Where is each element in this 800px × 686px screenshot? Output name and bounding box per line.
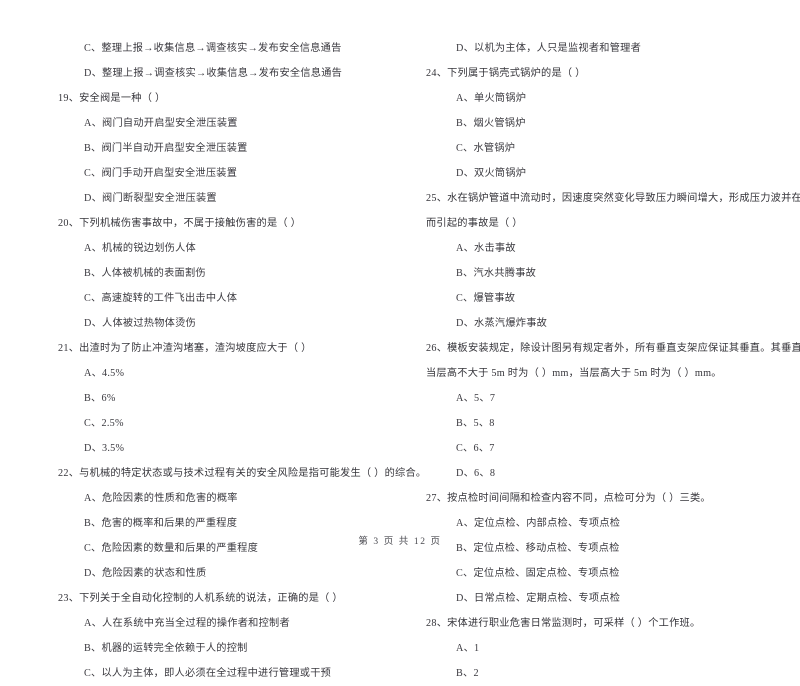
- question-stem-continuation: 而引起的事故是（ ）: [426, 218, 523, 229]
- question-stem: 28、宋体进行职业危害日常监测时，可采样（ ）个工作班。: [426, 618, 701, 629]
- question-26: 26、模板安装规定，除设计图另有规定者外，所有垂直支架应保证其垂直。其垂直允许偏…: [426, 336, 800, 486]
- option-item: A、危险因素的性质和危害的概率: [84, 493, 238, 504]
- option-item: C、整理上报→收集信息→调查核实→发布安全信息通告: [84, 43, 342, 54]
- option-item: D、人体被过热物体烫伤: [84, 318, 196, 329]
- question-stem: 21、出渣时为了防止冲渣沟堵塞，渣沟坡度应大于（ ）: [58, 343, 312, 354]
- option-item: C、爆管事故: [456, 293, 516, 304]
- question-22: 22、与机械的特定状态或与技术过程有关的安全风险是指可能发生（ ）的综合。 A、…: [58, 461, 427, 586]
- option-item: A、5、7: [456, 393, 496, 404]
- question-23: 23、下列关于全自动化控制的人机系统的说法，正确的是（ ） A、人在系统中充当全…: [58, 586, 388, 686]
- question-stem: 22、与机械的特定状态或与技术过程有关的安全风险是指可能发生（ ）的综合。: [58, 468, 427, 479]
- option-item: C、2.5%: [84, 418, 124, 429]
- option-item: B、2: [456, 668, 479, 679]
- question-stem: 23、下列关于全自动化控制的人机系统的说法，正确的是（ ）: [58, 593, 343, 604]
- question-28: 28、宋体进行职业危害日常监测时，可采样（ ）个工作班。 A、1 B、2: [426, 611, 782, 686]
- option-item: A、人在系统中充当全过程的操作者和控制者: [84, 618, 290, 629]
- option-item: B、阀门半自动开启型安全泄压装置: [84, 143, 248, 154]
- question-stem: 20、下列机械伤害事故中，不属于接触伤害的是（ ）: [58, 218, 302, 229]
- right-column: D、以机为主体，人只是监视者和管理者 24、下列属于锅壳式锅炉的是（ ） A、单…: [400, 36, 800, 686]
- option-item: B、6%: [84, 393, 116, 404]
- left-column: C、整理上报→收集信息→调查核实→发布安全信息通告 D、整理上报→调查核实→收集…: [0, 36, 427, 686]
- question-stem-continuation: 当层高不大于 5m 时为（ ）mm，当层高大于 5m 时为（ ）mm。: [426, 368, 722, 379]
- option-item: A、4.5%: [84, 368, 125, 379]
- option-item: C、高速旋转的工件飞出击中人体: [84, 293, 238, 304]
- option-item: A、水击事故: [456, 243, 516, 254]
- question-stem: 24、下列属于锅壳式锅炉的是（ ）: [426, 68, 586, 79]
- option-item: D、以机为主体，人只是监视者和管理者: [456, 43, 642, 54]
- option-item: D、6、8: [456, 468, 496, 479]
- option-item: A、阀门自动开启型安全泄压装置: [84, 118, 238, 129]
- option-item: B、机器的运转完全依赖于人的控制: [84, 643, 248, 654]
- two-column-layout: C、整理上报→收集信息→调查核实→发布安全信息通告 D、整理上报→调查核实→收集…: [0, 36, 800, 686]
- page-footer: 第 3 页 共 12 页: [358, 537, 442, 547]
- question-25: 25、水在锅炉管道中流动时，因速度突然变化导致压力瞬间增大，形成压力波并在管道中…: [426, 186, 800, 336]
- question-stem: 27、按点检时间间隔和检查内容不同，点检可分为（ ）三类。: [426, 493, 711, 504]
- option-item: D、3.5%: [84, 443, 125, 454]
- option-item: D、整理上报→调查核实→收集信息→发布安全信息通告: [84, 68, 343, 79]
- option-item: C、阀门手动开启型安全泄压装置: [84, 168, 238, 179]
- option-item: D、阀门断裂型安全泄压装置: [84, 193, 217, 204]
- question-19: 19、安全阀是一种（ ） A、阀门自动开启型安全泄压装置 B、阀门半自动开启型安…: [58, 86, 388, 211]
- question-21: 21、出渣时为了防止冲渣沟堵塞，渣沟坡度应大于（ ） A、4.5% B、6% C…: [58, 336, 388, 461]
- option-item: B、5、8: [456, 418, 495, 429]
- question-stem: 26、模板安装规定，除设计图另有规定者外，所有垂直支架应保证其垂直。其垂直允许偏…: [426, 343, 800, 354]
- option-item: A、单火筒锅炉: [456, 93, 527, 104]
- question-20: 20、下列机械伤害事故中，不属于接触伤害的是（ ） A、机械的锐边划伤人体 B、…: [58, 211, 388, 336]
- option-item: B、烟火管锅炉: [456, 118, 526, 129]
- question-stem: 19、安全阀是一种（ ）: [58, 93, 166, 104]
- option-item: D、日常点检、定期点检、专项点检: [456, 593, 621, 604]
- option-item: A、机械的锐边划伤人体: [84, 243, 196, 254]
- option-item: C、水管锅炉: [456, 143, 516, 154]
- option-item: D、水蒸汽爆炸事故: [456, 318, 548, 329]
- question-27: 27、按点检时间间隔和检查内容不同，点检可分为（ ）三类。 A、定位点检、内部点…: [426, 486, 782, 611]
- question-stem: 25、水在锅炉管道中流动时，因速度突然变化导致压力瞬间增大，形成压力波并在管道中…: [426, 193, 800, 204]
- option-item: B、汽水共腾事故: [456, 268, 537, 279]
- exam-paper-page: C、整理上报→收集信息→调查核实→发布安全信息通告 D、整理上报→调查核实→收集…: [0, 0, 800, 679]
- option-item: A、1: [456, 643, 480, 654]
- question-24: 24、下列属于锅壳式锅炉的是（ ） A、单火筒锅炉 B、烟火管锅炉 C、水管锅炉…: [426, 61, 782, 186]
- option-item: C、6、7: [456, 443, 495, 454]
- option-item: C、以人为主体，即人必须在全过程中进行管理或干预: [84, 668, 332, 679]
- option-item: D、双火筒锅炉: [456, 168, 527, 179]
- option-item: B、人体被机械的表面割伤: [84, 268, 206, 279]
